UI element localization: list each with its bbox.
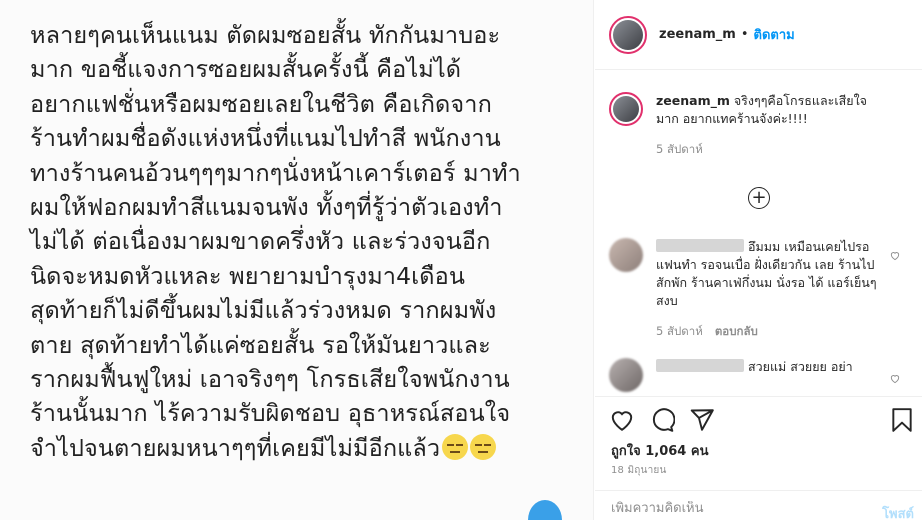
comments-list[interactable]: zeenam_m จริงๆๆคือโกรธและเสียใจมาก อยากแ… <box>595 71 922 396</box>
comment-username[interactable]: zeenam_m <box>656 93 730 108</box>
bookmark-icon[interactable] <box>889 407 915 433</box>
image-text-line: สุดท้ายก็ไม่ดีขึ้นผมไม่มีแล้วร่วงหมด ราก… <box>30 296 497 325</box>
blue-shape-decoration <box>528 500 562 520</box>
reply-button[interactable]: ตอบกลับ <box>715 324 758 338</box>
blurred-username[interactable] <box>656 239 744 252</box>
small-heart-icon[interactable] <box>889 373 901 384</box>
post-image: หลายๆคนเห็นแนม ตัดผมซอยสั้น ทักกันมาบอะ … <box>0 0 594 520</box>
comment-time[interactable]: 5 สัปดาห์ <box>656 324 703 338</box>
image-text-line: หลายๆคนเห็นแนม ตัดผมซอยสั้น ทักกันมาบอะ <box>30 21 501 49</box>
avatar[interactable] <box>609 358 643 392</box>
image-text-line: ตาย สุดท้ายทำได้แค่ซอยสั้น รอให้มันยาวแล… <box>30 330 491 359</box>
post-header: zeenam_m • ติดตาม <box>595 0 922 70</box>
avatar[interactable] <box>609 238 643 272</box>
post-sidebar: zeenam_m • ติดตาม zeenam_m จริงๆๆคือโกรธ… <box>595 0 922 520</box>
image-text-line: ทางร้านคนอ้วนๆๆๆมากๆนั่งหน้าเคาร์เตอร์ ม… <box>30 158 521 187</box>
image-text-line: ผมให้ฟอกผมทำสีแนมจนพัง ทั้งๆที่รู้ว่าตัว… <box>30 193 503 222</box>
comment-body: อึมมม เหมือนเคยไปรอแฟนทำ รอจนเบื่อ ฝั่งเ… <box>656 238 886 340</box>
expressionless-emoji-icon <box>470 433 497 460</box>
comment-meta: 5 สัปดาห์ <box>656 140 886 158</box>
post-date[interactable]: 18 มิถุนายน <box>611 463 667 478</box>
share-icon[interactable] <box>689 407 715 433</box>
likes-count[interactable]: ถูกใจ 1,064 คน <box>611 440 708 461</box>
image-text-line: ร้านนั้นมาก ไร้ความรับผิดชอบ อุธาหรณ์สอน… <box>30 399 511 428</box>
comment-body: สวยแม่ สวยยย อย่า <box>656 358 886 376</box>
heart-icon[interactable] <box>609 407 635 433</box>
comment-icon[interactable] <box>649 407 675 433</box>
comment-text: สวยแม่ สวยยย อย่า <box>748 359 853 374</box>
comment-body: zeenam_m จริงๆๆคือโกรธและเสียใจมาก อยากแ… <box>656 92 886 158</box>
image-text-line: ไม่ได้ ต่อเนื่องมาผมขาดครึ่งหัว และร่วงจ… <box>30 227 491 256</box>
small-heart-icon[interactable] <box>889 250 901 261</box>
avatar[interactable] <box>609 15 647 54</box>
follow-button[interactable]: ติดตาม <box>754 24 795 45</box>
image-text-last-line: จำไปจนตายผมหนาๆๆที่เคยมีไม่มีอีกแล้ว <box>30 431 586 465</box>
avatar[interactable] <box>609 92 643 126</box>
separator-dot: • <box>740 27 749 42</box>
post-actions: ถูกใจ 1,064 คน 18 มิถุนายน <box>595 396 922 476</box>
comment-time[interactable]: 5 สัปดาห์ <box>656 142 703 156</box>
image-text-line: จำไปจนตายผมหนาๆๆที่เคยมีไม่มีอีกแล้ว <box>30 433 441 462</box>
username-link[interactable]: zeenam_m <box>659 27 736 42</box>
expressionless-emoji-icon <box>442 433 469 460</box>
image-text-line: นิดจะหมดหัวแหละ พยายามบำรุงมา4เดือน <box>30 261 466 290</box>
load-more-comments-button[interactable]: + <box>748 187 770 209</box>
plus-circle-icon: + <box>751 187 767 208</box>
image-text-line: อยากแฟชั่นหรือผมซอยเลยในชีวิต คือเกิดจาก <box>30 89 492 118</box>
image-text-block: หลายๆคนเห็นแนม ตัดผมซอยสั้น ทักกันมาบอะ … <box>30 18 586 465</box>
image-text-line: มาก ขอชี้แจงการซอยผมสั้นครั้งนี้ คือไม่ไ… <box>30 55 462 84</box>
blurred-username[interactable] <box>656 359 744 372</box>
comment-meta: 5 สัปดาห์ ตอบกลับ <box>656 322 886 340</box>
comment-input[interactable] <box>611 501 831 516</box>
post-comment-button[interactable]: โพสต์ <box>882 503 914 520</box>
image-text-line: รากผมฟื้นฟูใหม่ เอาจริงๆๆ โกรธเสียใจพนัก… <box>30 365 510 394</box>
image-text-line: ร้านทำผมชื่อดังแห่งหนึ่งที่แนมไปทำสี พนั… <box>30 124 501 153</box>
add-comment-bar: โพสต์ <box>595 490 922 520</box>
